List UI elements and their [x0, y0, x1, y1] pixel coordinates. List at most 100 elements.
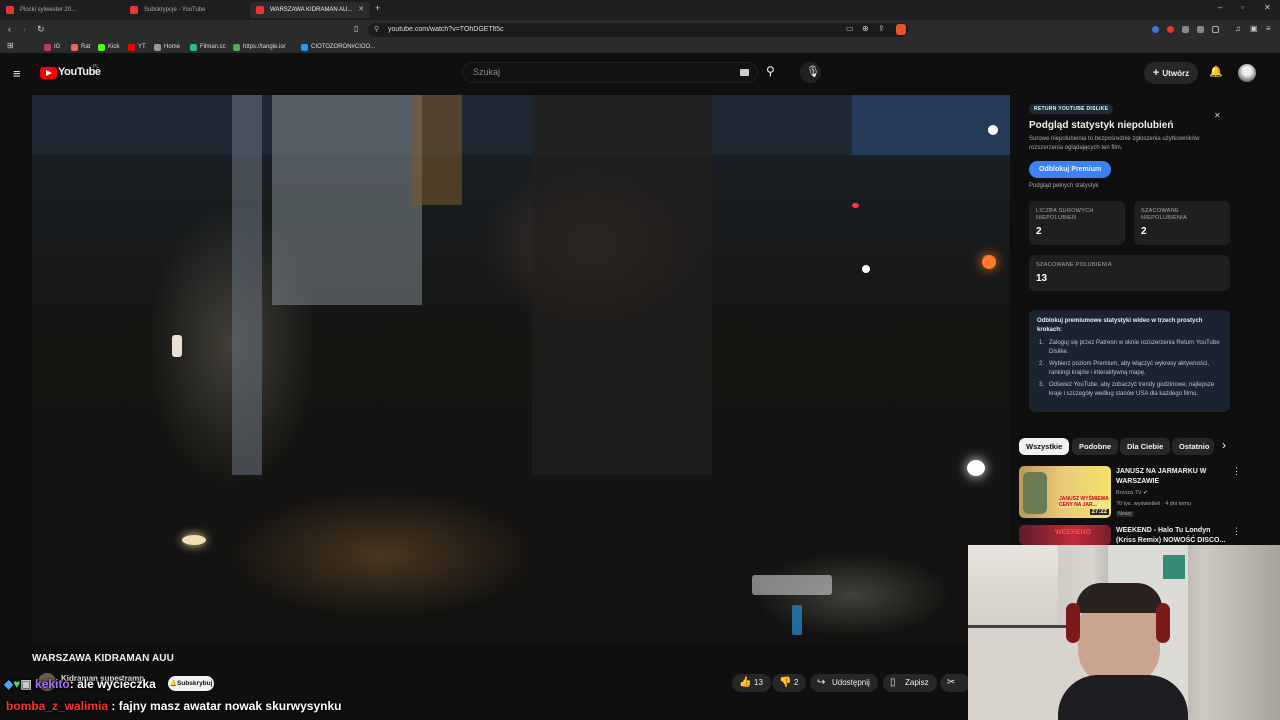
reload-icon[interactable]: ↻	[37, 24, 45, 35]
youtube-favicon-icon	[130, 6, 138, 14]
new-tab-button[interactable]: +	[375, 3, 380, 13]
chip-all[interactable]: Wszystkie	[1019, 438, 1070, 455]
like-button[interactable]: 👍 13	[732, 674, 771, 692]
music-icon[interactable]: ♫	[1235, 24, 1241, 33]
search-icon[interactable]: ⚲	[766, 64, 775, 78]
brave-shield-icon[interactable]	[896, 24, 906, 35]
kick-icon	[98, 44, 105, 51]
forward-icon[interactable]: ›	[23, 24, 26, 34]
dislike-button[interactable]: 👎 2	[772, 674, 807, 692]
menu-icon[interactable]: ≡	[1266, 24, 1271, 33]
poster	[1163, 555, 1185, 579]
full-stats-link[interactable]: Podgląd pełnych statystyk	[1029, 183, 1098, 189]
wallet-icon[interactable]: ▣	[1250, 24, 1258, 33]
steps-heading: Odblokuj premiumowe statystyki wideo w t…	[1037, 318, 1203, 333]
step-item: 1. Zaloguj się przez Patreon w oknie rozs…	[1039, 340, 1220, 355]
recommendation-thumbnail[interactable]: WEEKEND	[1019, 525, 1111, 545]
chip-related[interactable]: Podobne	[1072, 438, 1119, 455]
x-icon	[154, 44, 161, 51]
bookmark-ig[interactable]: IG	[44, 41, 60, 53]
chat-text: : ale wycieczka	[69, 677, 156, 691]
extension-icon[interactable]	[1167, 26, 1174, 33]
screen-icon[interactable]: ▭	[846, 24, 854, 33]
share-button[interactable]: ↪ Udostępnij	[810, 674, 878, 692]
badge-icon: ◆	[4, 677, 14, 691]
avatar[interactable]	[1238, 64, 1256, 82]
extension-icon[interactable]	[1152, 26, 1159, 33]
save-button[interactable]: ▯ Zapisz	[883, 674, 937, 692]
sidebar-icon[interactable]	[1212, 26, 1219, 33]
notifications-bell-icon[interactable]: 🔔	[1209, 65, 1223, 78]
video-player[interactable]	[32, 95, 1010, 645]
bookmark-ciotozoron[interactable]: CIOTOZORON#CIOO...	[301, 41, 375, 53]
recommendation-thumbnail[interactable]: JANUSZ WYŚMIEWA CENY NA JAR... 27:22	[1019, 466, 1111, 518]
verified-icon: ✔	[1143, 490, 1148, 496]
recommendation-title[interactable]: JANUSZ NA JARMARKU W WARSZAWIE	[1116, 467, 1228, 486]
panel-description: Surowe niepolubienia to bezpośrednie zgł…	[1029, 136, 1200, 151]
zoom-icon[interactable]: ⊕	[862, 24, 869, 33]
share-icon[interactable]: ⇪	[878, 24, 885, 33]
instagram-icon	[44, 44, 51, 51]
bookmark-rat[interactable]: Rat	[71, 41, 90, 53]
plus-icon: +	[1152, 67, 1163, 79]
estimated-dislikes-card: SZACOWANE NIEPOLUBIENIA 2	[1134, 201, 1230, 245]
extension-icon[interactable]	[1182, 26, 1189, 33]
bookmark-filman[interactable]: Filman.cc	[190, 41, 226, 53]
apps-grid-icon[interactable]: ⊞	[7, 41, 14, 50]
more-options-icon[interactable]: ⋮	[1232, 466, 1241, 477]
hamburger-menu-icon[interactable]: ≡	[13, 66, 21, 81]
duration-badge: 27:22	[1089, 509, 1109, 515]
chat-username: kekito	[35, 677, 70, 691]
browser-tab[interactable]: Subskrypcje - YouTube	[124, 2, 246, 18]
clip-button[interactable]: ✂	[940, 674, 970, 692]
youtube-logo-icon[interactable]	[40, 67, 57, 79]
recommendation-channel: Brzoza TV ✔	[1116, 490, 1148, 496]
thumbs-up-icon: 👍	[739, 677, 752, 688]
webcam-overlay	[968, 545, 1280, 720]
search-input[interactable]: Szukaj	[462, 62, 758, 83]
puzzle-icon[interactable]	[1197, 26, 1204, 33]
close-window-icon[interactable]: ✕	[1264, 3, 1271, 12]
voice-search-button[interactable]: 🎙	[800, 62, 821, 83]
close-tab-icon[interactable]: ✕	[358, 2, 364, 18]
bookmarks-bar: ⊞ IG Rat Kick YT Home Filman.cc https://…	[0, 40, 1280, 91]
site-info-icon[interactable]: ⚲	[374, 23, 379, 37]
create-button[interactable]: + Utwórz	[1144, 62, 1198, 84]
browser-tab[interactable]: Plocki sylwester 20...	[0, 2, 122, 18]
more-options-icon[interactable]: ⋮	[1232, 526, 1241, 537]
chip-for-you[interactable]: Dla Ciebie	[1120, 438, 1171, 455]
bookmark-icon	[301, 44, 308, 51]
browser-tab-active[interactable]: WARSZAWA KIDRAMAN AU... ✕	[250, 2, 370, 18]
premium-steps-box: Odblokuj premiumowe statystyki wideo w t…	[1029, 310, 1230, 412]
chat-message: ◆♥▣ kekito: ale wycieczka	[4, 677, 156, 691]
minimize-icon[interactable]: –	[1218, 3, 1222, 12]
headphones	[1066, 603, 1080, 643]
step-item: 2. Wybierz poziom Premium, aby włączyć wy…	[1039, 361, 1209, 376]
subscribe-button[interactable]: 🔔Subskrybuj	[168, 676, 214, 691]
chevron-right-icon[interactable]: ›	[1222, 438, 1226, 452]
chat-message: bomba_z_walimia : fajny masz awatar nowa…	[6, 699, 341, 713]
recommendation-meta: 70 tys. wyświetleń · 4 dni temu	[1116, 501, 1191, 507]
raw-dislikes-card: LICZBA SUROWYCH NIEPOLUBIEŃ 2	[1029, 201, 1125, 245]
back-icon[interactable]: ‹	[8, 24, 11, 34]
dislike-stats-panel: RETURN YOUTUBE DISLIKE ✕ Podgląd statyst…	[1019, 99, 1239, 421]
chat-username: bomba_z_walimia	[6, 699, 109, 713]
bookmark-yt[interactable]: YT	[128, 41, 146, 53]
url-field[interactable]: ⚲ youtube.com/watch?v=TOhDGETlt5c	[368, 23, 908, 37]
recommendation-title[interactable]: WEEKEND - Halo Tu Londyn (Kriss Remix) N…	[1116, 526, 1228, 545]
bookmark-home[interactable]: Home	[154, 41, 180, 53]
close-icon[interactable]: ✕	[1214, 111, 1221, 120]
keyboard-icon[interactable]	[740, 69, 749, 76]
step-item: 3. Odśwież YouTube, aby zobaczyć trendy g…	[1039, 382, 1215, 397]
estimated-likes-card: SZACOWANE POLUBIENIA 13	[1029, 255, 1230, 291]
bookmark-kick[interactable]: Kick	[98, 41, 119, 53]
maximize-icon[interactable]: ▫	[1241, 3, 1244, 12]
bell-icon: 🔔	[169, 681, 178, 687]
address-bar-row: ‹ › ↻ ▯ ⚲ youtube.com/watch?v=TOhDGETlt5…	[0, 20, 1280, 40]
unlock-premium-button[interactable]: Odblokuj Premium	[1029, 161, 1112, 178]
chip-recent[interactable]: Ostatnio	[1172, 438, 1214, 455]
bookmark-tangle[interactable]: https://tangle.io/	[233, 41, 285, 53]
bookmark-icon[interactable]: ▯	[354, 24, 358, 33]
thumbs-down-icon: 👎	[779, 677, 792, 688]
bookmark-icon	[233, 44, 240, 51]
